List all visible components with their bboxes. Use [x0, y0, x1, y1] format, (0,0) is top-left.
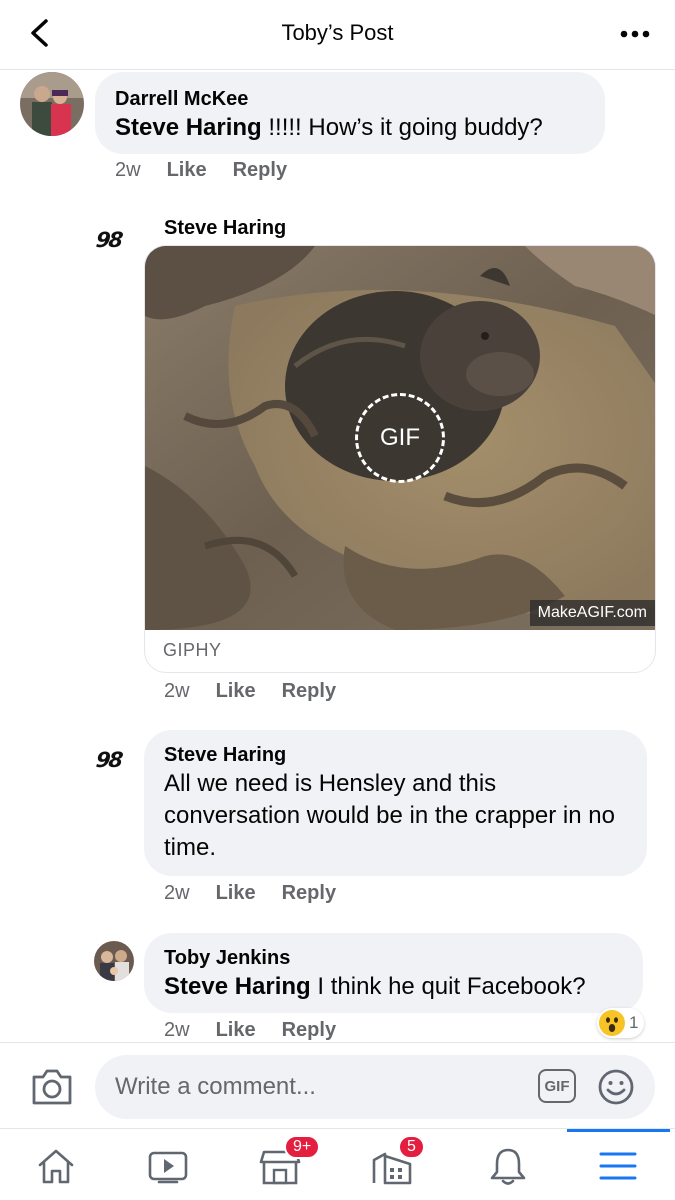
- avatar-steve-haring[interactable]: 98: [95, 228, 123, 252]
- reaction-summary[interactable]: 1: [597, 1008, 645, 1038]
- comment-body: !!!!! How’s it going buddy?: [261, 114, 543, 141]
- video-play-icon: [148, 1151, 188, 1184]
- reply-button[interactable]: Reply: [233, 159, 287, 182]
- comment-actions: 2w Like Reply: [164, 680, 336, 703]
- reaction-count: 1: [629, 1013, 639, 1032]
- comment-composer: Write a comment... GIF: [0, 1042, 675, 1128]
- groups-notification-badge: 5: [398, 1135, 425, 1159]
- comment-body: I think he quit Facebook?: [310, 973, 586, 1000]
- comment-author[interactable]: Darrell McKee: [115, 86, 585, 112]
- comment-bubble[interactable]: Toby Jenkins Steve Haring I think he qui…: [144, 933, 643, 1013]
- tab-notifications[interactable]: [478, 1141, 538, 1191]
- comment-author[interactable]: Steve Haring: [164, 215, 286, 241]
- like-button[interactable]: Like: [216, 680, 256, 703]
- comment-body: All we need is Hensley and this conversa…: [164, 770, 615, 861]
- bottom-tab-bar: 9+ 5: [0, 1128, 675, 1200]
- post-header: Toby’s Post: [0, 0, 675, 70]
- comment-author[interactable]: Steve Haring: [164, 742, 627, 768]
- reply-button[interactable]: Reply: [282, 882, 336, 905]
- tab-groups[interactable]: 5: [362, 1135, 425, 1191]
- like-button[interactable]: Like: [216, 1019, 256, 1042]
- reply-button[interactable]: Reply: [282, 680, 336, 703]
- comment-timestamp: 2w: [164, 1019, 190, 1041]
- comment-bubble[interactable]: Darrell McKee Steve Haring !!!!! How’s i…: [95, 72, 605, 154]
- tab-marketplace[interactable]: 9+: [250, 1135, 321, 1191]
- camera-icon: [32, 1069, 72, 1105]
- comment-author[interactable]: Toby Jenkins: [164, 945, 623, 971]
- mention-link[interactable]: Steve Haring: [115, 114, 262, 141]
- more-dots-icon: [620, 30, 650, 38]
- wow-reaction-icon: [599, 1010, 625, 1036]
- home-icon: [38, 1149, 74, 1184]
- reply-button[interactable]: Reply: [282, 1019, 336, 1042]
- comment-input-placeholder: Write a comment...: [115, 1073, 316, 1100]
- emoji-button[interactable]: [597, 1068, 635, 1106]
- comment-timestamp: 2w: [164, 680, 190, 702]
- mention-link[interactable]: Steve Haring: [164, 973, 311, 1000]
- more-options-button[interactable]: [617, 20, 653, 48]
- comment-bubble[interactable]: Steve Haring All we need is Hensley and …: [144, 730, 647, 876]
- bell-icon: [490, 1148, 526, 1185]
- camera-button[interactable]: [30, 1067, 74, 1107]
- comment-actions: 2w Like Reply: [164, 1019, 336, 1042]
- comment-actions: 2w Like Reply: [115, 159, 287, 182]
- gif-button[interactable]: GIF: [538, 1069, 576, 1103]
- comment-actions: 2w Like Reply: [164, 882, 336, 905]
- like-button[interactable]: Like: [167, 159, 207, 182]
- hamburger-menu-icon: [599, 1152, 637, 1180]
- like-button[interactable]: Like: [216, 882, 256, 905]
- gif-play-badge[interactable]: GIF: [355, 393, 445, 483]
- page-title: Toby’s Post: [281, 20, 394, 45]
- active-tab-indicator: [567, 1129, 670, 1132]
- gif-attachment[interactable]: GIF MakeAGIF.com GIPHY: [144, 245, 656, 673]
- gif-source-label: GIPHY: [163, 640, 222, 660]
- avatar-darrell-mckee[interactable]: [20, 72, 84, 136]
- comment-timestamp: 2w: [164, 882, 190, 904]
- comment-timestamp: 2w: [115, 159, 141, 181]
- marketplace-notification-badge: 9+: [284, 1135, 321, 1159]
- comment-input[interactable]: Write a comment... GIF: [95, 1055, 655, 1119]
- comment-text: Steve Haring I think he quit Facebook?: [164, 971, 623, 1003]
- tab-menu[interactable]: [588, 1141, 648, 1191]
- avatar-toby-jenkins[interactable]: [94, 941, 134, 981]
- gif-watermark: MakeAGIF.com: [529, 600, 655, 626]
- avatar-steve-haring[interactable]: 98: [95, 748, 123, 772]
- tab-home[interactable]: [26, 1141, 86, 1191]
- tab-watch[interactable]: [138, 1141, 198, 1191]
- comment-text: Steve Haring !!!!! How’s it going buddy?: [115, 112, 585, 144]
- smiley-icon: [598, 1069, 634, 1105]
